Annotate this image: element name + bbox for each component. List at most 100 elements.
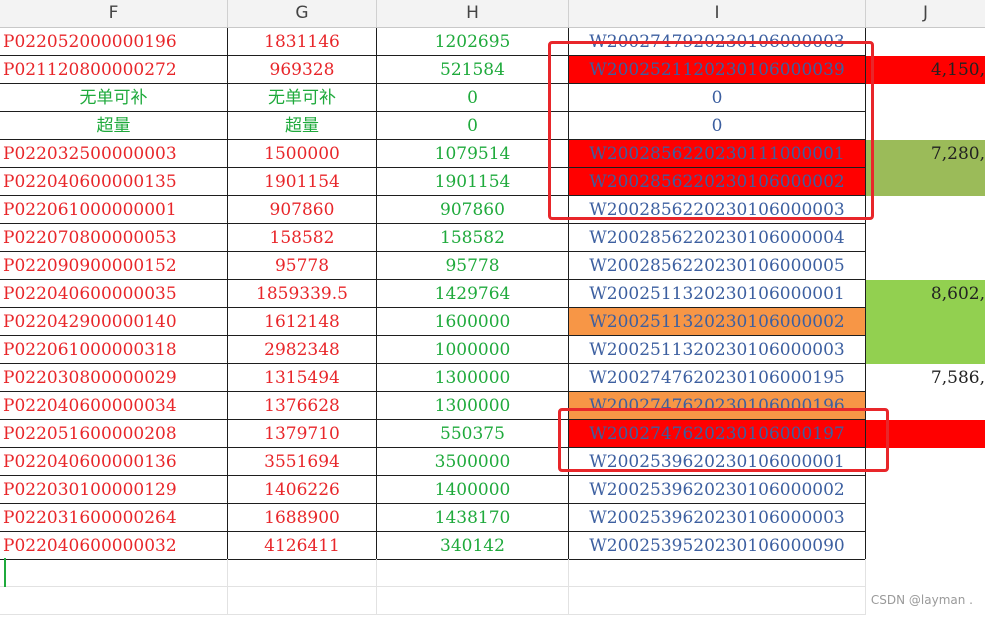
- cell-j[interactable]: 8,602,: [866, 280, 985, 308]
- cell-j[interactable]: [866, 168, 985, 196]
- cell-f[interactable]: P022030800000029: [0, 364, 228, 392]
- cell-h[interactable]: 1202695: [377, 28, 569, 56]
- cell-f[interactable]: P022070800000053: [0, 224, 228, 252]
- cell-j[interactable]: 4,150,: [866, 56, 985, 84]
- cell-f[interactable]: P022040600000032: [0, 532, 228, 560]
- cell-g[interactable]: 969328: [228, 56, 377, 84]
- table-row: P022040600000032 4126411 340142 W2002539520…: [0, 532, 985, 560]
- cell-g[interactable]: 3551694: [228, 448, 377, 476]
- cell-h[interactable]: 3500000: [377, 448, 569, 476]
- cell-j[interactable]: [866, 476, 985, 504]
- cell-f-empty[interactable]: [0, 559, 228, 587]
- cell-j[interactable]: 7,586,: [866, 364, 985, 392]
- cell-f[interactable]: P022052000000196: [0, 28, 228, 56]
- cell-h[interactable]: 1000000: [377, 336, 569, 364]
- cell-g[interactable]: 158582: [228, 224, 377, 252]
- cell-g[interactable]: 1315494: [228, 364, 377, 392]
- cell-i[interactable]: W2002511320230106000003: [569, 336, 866, 364]
- cell-f[interactable]: 超量: [0, 112, 228, 140]
- cell-g[interactable]: 1859339.5: [228, 280, 377, 308]
- cell-i[interactable]: W2002856220230106000005: [569, 252, 866, 280]
- cell-i[interactable]: W2002511320230106000001: [569, 280, 866, 308]
- cell-j[interactable]: [866, 336, 985, 364]
- cell-g[interactable]: 1901154: [228, 168, 377, 196]
- cell-g[interactable]: 1688900: [228, 504, 377, 532]
- cell-h[interactable]: 1600000: [377, 308, 569, 336]
- cell-i-empty[interactable]: [569, 587, 866, 615]
- cell-g[interactable]: 907860: [228, 196, 377, 224]
- column-header-h[interactable]: H: [377, 0, 569, 27]
- cell-h[interactable]: 95778: [377, 252, 569, 280]
- column-header-j[interactable]: J: [866, 0, 985, 27]
- cell-f[interactable]: P022031600000264: [0, 504, 228, 532]
- spreadsheet: F G H I J P022052000000196 1831146 1202695…: [0, 0, 985, 617]
- column-header-f[interactable]: F: [0, 0, 228, 27]
- cell-j[interactable]: [866, 196, 985, 224]
- cell-g[interactable]: 1831146: [228, 28, 377, 56]
- cell-h[interactable]: 0: [377, 112, 569, 140]
- cell-g[interactable]: 无单可补: [228, 84, 377, 112]
- cell-g-empty[interactable]: [228, 587, 377, 615]
- cell-g[interactable]: 4126411: [228, 532, 377, 560]
- cell-i[interactable]: W2002539620230106000003: [569, 504, 866, 532]
- cell-i[interactable]: W2002511320230106000002: [569, 308, 866, 336]
- cell-i-empty[interactable]: [569, 559, 866, 587]
- annotation-box: [558, 408, 889, 472]
- cell-g[interactable]: 2982348: [228, 336, 377, 364]
- cell-i[interactable]: W2002747620230106000195: [569, 364, 866, 392]
- cell-g[interactable]: 1406226: [228, 476, 377, 504]
- cell-h[interactable]: 1079514: [377, 140, 569, 168]
- cell-f[interactable]: P021120800000272: [0, 56, 228, 84]
- cell-f[interactable]: P022040600000034: [0, 392, 228, 420]
- cell-f[interactable]: P022040600000136: [0, 448, 228, 476]
- cell-f-empty[interactable]: [0, 587, 228, 615]
- cell-j[interactable]: [866, 504, 985, 532]
- column-header-g[interactable]: G: [228, 0, 377, 27]
- cell-h[interactable]: 340142: [377, 532, 569, 560]
- cell-h[interactable]: 1429764: [377, 280, 569, 308]
- cell-h[interactable]: 158582: [377, 224, 569, 252]
- cell-j[interactable]: [866, 112, 985, 140]
- cell-h[interactable]: 1400000: [377, 476, 569, 504]
- cell-f[interactable]: P022040600000035: [0, 280, 228, 308]
- cell-f[interactable]: P022090900000152: [0, 252, 228, 280]
- cell-j[interactable]: 7,280,: [866, 140, 985, 168]
- table-row: P022070800000053 158582 158582 W20028562202…: [0, 224, 985, 252]
- cell-f[interactable]: P022051600000208: [0, 420, 228, 448]
- cell-h[interactable]: 0: [377, 84, 569, 112]
- cell-h[interactable]: 521584: [377, 56, 569, 84]
- cell-f[interactable]: P022030100000129: [0, 476, 228, 504]
- cell-g[interactable]: 1500000: [228, 140, 377, 168]
- cell-g[interactable]: 1376628: [228, 392, 377, 420]
- cell-h-empty[interactable]: [377, 587, 569, 615]
- cell-i[interactable]: W2002539520230106000090: [569, 532, 866, 560]
- cell-g-empty[interactable]: [228, 559, 377, 587]
- cell-g[interactable]: 95778: [228, 252, 377, 280]
- cell-f[interactable]: P022040600000135: [0, 168, 228, 196]
- cell-j[interactable]: [866, 252, 985, 280]
- cell-h[interactable]: 1300000: [377, 364, 569, 392]
- cell-h[interactable]: 1300000: [377, 392, 569, 420]
- cell-j[interactable]: [866, 532, 985, 560]
- cell-j[interactable]: [866, 224, 985, 252]
- cell-f[interactable]: P022061000000001: [0, 196, 228, 224]
- cell-g[interactable]: 1612148: [228, 308, 377, 336]
- cell-f[interactable]: 无单可补: [0, 84, 228, 112]
- cell-h-empty[interactable]: [377, 559, 569, 587]
- cell-g[interactable]: 超量: [228, 112, 377, 140]
- cell-g[interactable]: 1379710: [228, 420, 377, 448]
- cell-h[interactable]: 1901154: [377, 168, 569, 196]
- cell-h[interactable]: 1438170: [377, 504, 569, 532]
- column-header-i[interactable]: I: [569, 0, 866, 27]
- cell-f[interactable]: P022061000000318: [0, 336, 228, 364]
- cell-i[interactable]: W2002856220230106000004: [569, 224, 866, 252]
- cell-h[interactable]: 550375: [377, 420, 569, 448]
- cell-j[interactable]: [866, 28, 985, 56]
- cell-h[interactable]: 907860: [377, 196, 569, 224]
- cell-j[interactable]: [866, 84, 985, 112]
- cell-i[interactable]: W2002539620230106000002: [569, 476, 866, 504]
- empty-row: [0, 559, 985, 587]
- cell-f[interactable]: P022032500000003: [0, 140, 228, 168]
- cell-j[interactable]: [866, 308, 985, 336]
- cell-f[interactable]: P022042900000140: [0, 308, 228, 336]
